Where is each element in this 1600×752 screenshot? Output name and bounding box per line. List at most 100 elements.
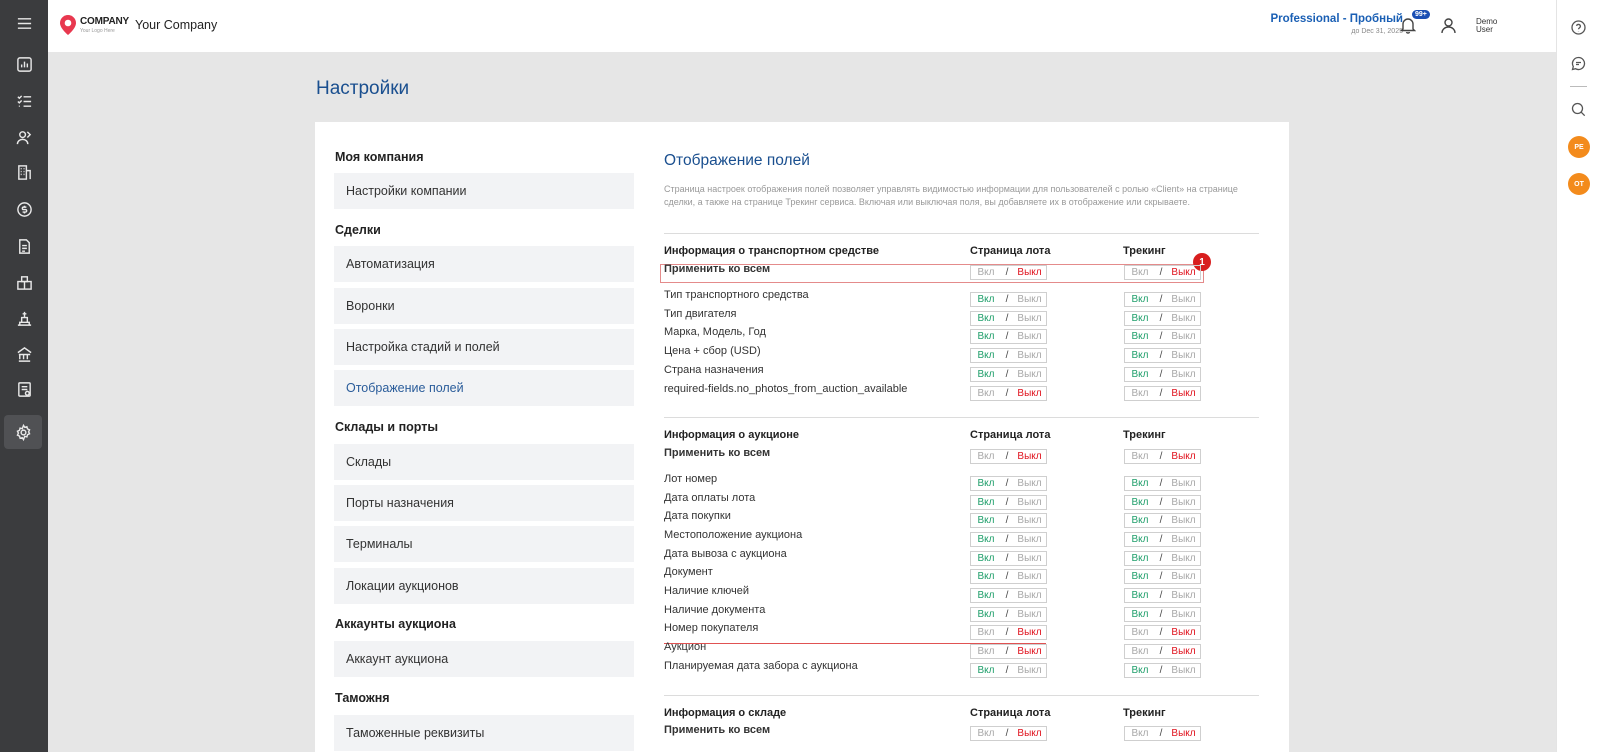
- nav-item-auction-account[interactable]: Аккаунт аукциона: [334, 641, 634, 677]
- toggle-on-option[interactable]: Вкл: [1125, 609, 1155, 620]
- settings-gear-icon[interactable]: [4, 415, 42, 449]
- toggle-on-option[interactable]: Вкл: [971, 553, 1001, 564]
- toggle-on-option[interactable]: Вкл: [971, 331, 1001, 342]
- apply-all-lot-toggle[interactable]: Вкл / Выкл: [970, 265, 1047, 280]
- toggle-on-option[interactable]: Вкл: [1125, 350, 1155, 361]
- toggle-on-option[interactable]: Вкл: [971, 388, 1001, 399]
- toggle-off-option[interactable]: Выкл: [1167, 388, 1200, 399]
- toggle-on-option[interactable]: Вкл: [1125, 497, 1155, 508]
- toggle-off-option[interactable]: Выкл: [1167, 497, 1200, 508]
- toggle-off-option[interactable]: Выкл: [1013, 369, 1046, 380]
- toggle-off-option[interactable]: Выкл: [1167, 451, 1200, 462]
- apply-all-lot-toggle[interactable]: Вкл / Выкл: [970, 449, 1047, 464]
- apply-all-tracking-toggle[interactable]: Вкл / Выкл: [1124, 265, 1201, 280]
- toggle-off-option[interactable]: Выкл: [1013, 665, 1046, 676]
- toggle-on-option[interactable]: Вкл: [971, 728, 1001, 739]
- toggle-on-option[interactable]: Вкл: [971, 534, 1001, 545]
- toggle-off-option[interactable]: Выкл: [1167, 267, 1200, 278]
- toggle-off-option[interactable]: Выкл: [1167, 350, 1200, 361]
- avatar-ot[interactable]: OT: [1568, 173, 1590, 195]
- lot-page-toggle[interactable]: Вкл / Выкл: [970, 292, 1047, 307]
- toggle-on-option[interactable]: Вкл: [1125, 267, 1155, 278]
- toggle-off-option[interactable]: Выкл: [1013, 609, 1046, 620]
- toggle-on-option[interactable]: Вкл: [971, 313, 1001, 324]
- lot-page-toggle[interactable]: Вкл / Выкл: [970, 644, 1047, 659]
- customs-icon[interactable]: [0, 337, 48, 371]
- toggle-on-option[interactable]: Вкл: [1125, 627, 1155, 638]
- toggle-on-option[interactable]: Вкл: [971, 627, 1001, 638]
- tracking-toggle[interactable]: Вкл / Выкл: [1124, 551, 1201, 566]
- help-icon[interactable]: [1571, 20, 1586, 35]
- toggle-on-option[interactable]: Вкл: [1125, 451, 1155, 462]
- toggle-off-option[interactable]: Выкл: [1167, 627, 1200, 638]
- toggle-off-option[interactable]: Выкл: [1167, 728, 1200, 739]
- toggle-on-option[interactable]: Вкл: [971, 665, 1001, 676]
- toggle-on-option[interactable]: Вкл: [971, 515, 1001, 526]
- toggle-on-option[interactable]: Вкл: [971, 267, 1001, 278]
- nav-item-funnels[interactable]: Воронки: [334, 288, 634, 324]
- subscription-plan[interactable]: Professional - Пробный до Dec 31, 2025: [1271, 13, 1404, 35]
- dashboard-icon[interactable]: [0, 47, 48, 81]
- lot-page-toggle[interactable]: Вкл / Выкл: [970, 495, 1047, 510]
- toggle-off-option[interactable]: Выкл: [1013, 534, 1046, 545]
- toggle-off-option[interactable]: Выкл: [1167, 331, 1200, 342]
- toggle-off-option[interactable]: Выкл: [1013, 571, 1046, 582]
- toggle-on-option[interactable]: Вкл: [971, 571, 1001, 582]
- toggle-off-option[interactable]: Выкл: [1167, 646, 1200, 657]
- toggle-off-option[interactable]: Выкл: [1167, 553, 1200, 564]
- toggle-on-option[interactable]: Вкл: [1125, 646, 1155, 657]
- toggle-off-option[interactable]: Выкл: [1013, 313, 1046, 324]
- tracking-toggle[interactable]: Вкл / Выкл: [1124, 495, 1201, 510]
- tracking-toggle[interactable]: Вкл / Выкл: [1124, 644, 1201, 659]
- lot-page-toggle[interactable]: Вкл / Выкл: [970, 569, 1047, 584]
- lot-page-toggle[interactable]: Вкл / Выкл: [970, 311, 1047, 326]
- toggle-on-option[interactable]: Вкл: [1125, 728, 1155, 739]
- toggle-on-option[interactable]: Вкл: [1125, 331, 1155, 342]
- toggle-off-option[interactable]: Выкл: [1167, 571, 1200, 582]
- toggle-on-option[interactable]: Вкл: [971, 609, 1001, 620]
- nav-item-auction-locations[interactable]: Локации аукционов: [334, 568, 634, 604]
- search-icon[interactable]: [1571, 102, 1586, 117]
- toggle-off-option[interactable]: Выкл: [1167, 294, 1200, 305]
- toggle-off-option[interactable]: Выкл: [1013, 627, 1046, 638]
- toggle-on-option[interactable]: Вкл: [971, 294, 1001, 305]
- toggle-off-option[interactable]: Выкл: [1013, 350, 1046, 361]
- documents-icon[interactable]: [0, 229, 48, 263]
- toggle-off-option[interactable]: Выкл: [1013, 451, 1046, 462]
- nav-item-company-settings[interactable]: Настройки компании: [334, 173, 634, 209]
- nav-item-field-display[interactable]: Отображение полей: [334, 370, 634, 406]
- toggle-on-option[interactable]: Вкл: [1125, 388, 1155, 399]
- toggle-on-option[interactable]: Вкл: [1125, 553, 1155, 564]
- toggle-off-option[interactable]: Выкл: [1013, 553, 1046, 564]
- toggle-off-option[interactable]: Выкл: [1013, 497, 1046, 508]
- toggle-on-option[interactable]: Вкл: [1125, 313, 1155, 324]
- tracking-toggle[interactable]: Вкл / Выкл: [1124, 569, 1201, 584]
- nav-item-stages-fields[interactable]: Настройка стадий и полей: [334, 329, 634, 365]
- apply-all-tracking-toggle[interactable]: Вкл / Выкл: [1124, 449, 1201, 464]
- toggle-on-option[interactable]: Вкл: [1125, 515, 1155, 526]
- toggle-off-option[interactable]: Выкл: [1167, 478, 1200, 489]
- tracking-toggle[interactable]: Вкл / Выкл: [1124, 292, 1201, 307]
- menu-icon[interactable]: [0, 6, 48, 40]
- toggle-off-option[interactable]: Выкл: [1167, 515, 1200, 526]
- lot-page-toggle[interactable]: Вкл / Выкл: [970, 607, 1047, 622]
- toggle-on-option[interactable]: Вкл: [971, 497, 1001, 508]
- tracking-toggle[interactable]: Вкл / Выкл: [1124, 588, 1201, 603]
- tracking-toggle[interactable]: Вкл / Выкл: [1124, 386, 1201, 401]
- apply-all-tracking-toggle[interactable]: Вкл / Выкл: [1124, 726, 1201, 741]
- tracking-toggle[interactable]: Вкл / Выкл: [1124, 311, 1201, 326]
- tracking-toggle[interactable]: Вкл / Выкл: [1124, 607, 1201, 622]
- lot-page-toggle[interactable]: Вкл / Выкл: [970, 329, 1047, 344]
- toggle-off-option[interactable]: Выкл: [1167, 665, 1200, 676]
- toggle-off-option[interactable]: Выкл: [1013, 590, 1046, 601]
- toggle-off-option[interactable]: Выкл: [1013, 515, 1046, 526]
- tracking-toggle[interactable]: Вкл / Выкл: [1124, 513, 1201, 528]
- tracking-toggle[interactable]: Вкл / Выкл: [1124, 663, 1201, 678]
- toggle-off-option[interactable]: Выкл: [1167, 313, 1200, 324]
- toggle-on-option[interactable]: Вкл: [971, 369, 1001, 380]
- toggle-on-option[interactable]: Вкл: [1125, 571, 1155, 582]
- toggle-off-option[interactable]: Выкл: [1013, 294, 1046, 305]
- avatar-pe[interactable]: PE: [1568, 136, 1590, 158]
- nav-item-customs-details[interactable]: Таможенные реквизиты: [334, 715, 634, 751]
- lot-page-toggle[interactable]: Вкл / Выкл: [970, 348, 1047, 363]
